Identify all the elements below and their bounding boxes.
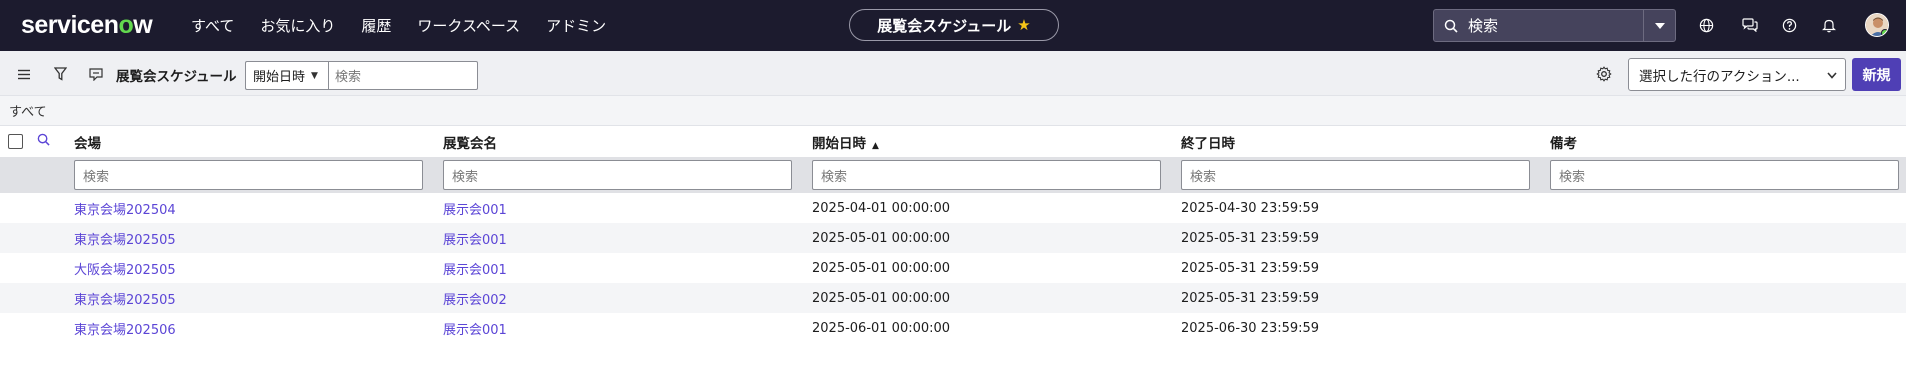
top-navigation-bar: servicen o w すべて お気に入り 履歴 ワークスペース アドミン 展覧会… xyxy=(0,0,1906,51)
end-datetime-cell: 2025-06-30 23:59:59 xyxy=(1181,320,1320,336)
nav-favorites[interactable]: お気に入り xyxy=(260,15,335,36)
venue-link[interactable]: 東京会場202505 xyxy=(74,293,176,308)
chevron-down-icon: ▼ xyxy=(311,70,318,81)
column-header-remarks[interactable]: 備考 xyxy=(1550,126,1906,157)
context-title-pill[interactable]: 展覧会スケジュール ★ xyxy=(849,9,1059,41)
online-status-indicator xyxy=(1881,29,1888,36)
chevron-down-icon xyxy=(1827,67,1837,83)
logo-text: servicen xyxy=(21,11,119,39)
search-scope-dropdown[interactable] xyxy=(1643,10,1675,41)
main-menu: すべて お気に入り 履歴 ワークスペース アドミン xyxy=(191,0,632,51)
table-row: 東京会場202506 展示会001 2025-06-01 00:00:00 20… xyxy=(0,313,1906,343)
start-datetime-cell: 2025-05-01 00:00:00 xyxy=(812,260,951,276)
help-icon[interactable] xyxy=(1779,15,1799,35)
list-context-menu-icon[interactable] xyxy=(86,64,106,84)
venue-link[interactable]: 東京会場202504 xyxy=(74,203,176,218)
exhibition-name-link[interactable]: 展示会001 xyxy=(443,203,507,218)
logo-text-end: w xyxy=(133,11,153,39)
nav-all[interactable]: すべて xyxy=(191,15,234,36)
gear-icon[interactable] xyxy=(1594,64,1614,84)
remarks-cell xyxy=(1550,223,1906,253)
sort-ascending-icon: ▲ xyxy=(872,140,879,151)
breadcrumb: すべて xyxy=(0,96,1906,126)
start-datetime-filter-input[interactable]: 検索 xyxy=(812,160,1161,190)
nav-history[interactable]: 履歴 xyxy=(361,15,391,36)
exhibition-name-link[interactable]: 展示会002 xyxy=(443,293,507,308)
chat-icon[interactable] xyxy=(1740,15,1760,35)
start-datetime-cell: 2025-05-01 00:00:00 xyxy=(812,283,1181,313)
remarks-cell xyxy=(1550,193,1906,223)
list-search-input[interactable]: 検索 xyxy=(328,61,478,90)
start-datetime-cell: 2025-04-01 00:00:00 xyxy=(812,200,951,216)
logo-text-accent: o xyxy=(118,11,134,39)
exhibition-name-link[interactable]: 展示会001 xyxy=(443,233,507,248)
bell-icon[interactable] xyxy=(1819,15,1839,35)
table-row: 東京会場202505 展示会002 2025-05-01 00:00:00 20… xyxy=(0,283,1906,313)
search-icon[interactable] xyxy=(37,133,50,150)
start-datetime-cell: 2025-05-01 00:00:00 xyxy=(812,223,1181,253)
venue-filter-input[interactable]: 検索 xyxy=(74,160,423,190)
row-actions-value: 選択した行のアクション... xyxy=(1639,68,1800,85)
nav-workspaces[interactable]: ワークスペース xyxy=(417,15,520,36)
exhibition-name-link[interactable]: 展示会001 xyxy=(443,263,507,278)
table-row: 東京会場202505 展示会001 2025-05-01 00:00:00 20… xyxy=(0,223,1906,253)
remarks-cell xyxy=(1550,313,1906,343)
remarks-filter-input[interactable]: 検索 xyxy=(1550,160,1899,190)
table-row: 東京会場202504 展示会001 2025-04-01 00:00:00 20… xyxy=(0,193,1906,223)
column-search-toggle[interactable] xyxy=(37,126,74,157)
row-actions-select[interactable]: 選択した行のアクション... xyxy=(1628,58,1846,91)
new-button[interactable]: 新規 xyxy=(1852,58,1901,91)
remarks-cell xyxy=(1550,253,1906,283)
global-search-input[interactable]: 検索 xyxy=(1468,15,1643,36)
search-field-select[interactable]: 開始日時 ▼ xyxy=(245,61,329,90)
filter-icon[interactable] xyxy=(50,64,70,84)
end-datetime-filter-input[interactable]: 検索 xyxy=(1181,160,1530,190)
venue-link[interactable]: 東京会場202505 xyxy=(74,233,176,248)
select-all-checkbox[interactable] xyxy=(8,134,23,149)
nav-admin[interactable]: アドミン xyxy=(546,15,606,36)
select-all-cell xyxy=(0,126,37,157)
start-datetime-cell: 2025-06-01 00:00:00 xyxy=(812,320,951,336)
breadcrumb-all[interactable]: すべて xyxy=(9,101,47,120)
column-header-end-datetime[interactable]: 終了日時 xyxy=(1181,126,1550,157)
column-header-exhibition-name[interactable]: 展覧会名 xyxy=(443,126,812,157)
remarks-cell xyxy=(1550,283,1906,313)
list-title: 展覧会スケジュール xyxy=(116,69,237,85)
column-header-start-datetime[interactable]: 開始日時 ▲ xyxy=(812,126,1181,157)
column-header-row: 会場 展覧会名 開始日時 ▲ 終了日時 備考 xyxy=(0,126,1906,157)
globe-icon[interactable] xyxy=(1696,15,1716,35)
end-datetime-cell: 2025-05-31 23:59:59 xyxy=(1181,260,1320,276)
exhibition-name-filter-input[interactable]: 検索 xyxy=(443,160,792,190)
servicenow-logo[interactable]: servicen o w xyxy=(21,11,191,40)
end-datetime-cell: 2025-05-31 23:59:59 xyxy=(1181,283,1550,313)
venue-link[interactable]: 大阪会場202505 xyxy=(74,263,176,278)
record-list-table: 会場 展覧会名 開始日時 ▲ 終了日時 備考 検索 検索 検索 検索 検索 東京会… xyxy=(0,126,1906,343)
search-field-value: 開始日時 xyxy=(253,70,306,85)
favorite-star-icon[interactable]: ★ xyxy=(1017,16,1030,34)
table-row: 大阪会場202505 展示会001 2025-05-01 00:00:00 20… xyxy=(0,253,1906,283)
exhibition-name-link[interactable]: 展示会001 xyxy=(443,323,507,338)
hamburger-menu-icon[interactable] xyxy=(14,64,34,84)
column-filter-row: 検索 検索 検索 検索 検索 xyxy=(0,157,1906,193)
end-datetime-cell: 2025-04-30 23:59:59 xyxy=(1181,200,1320,216)
search-icon xyxy=(1434,10,1468,41)
user-avatar[interactable] xyxy=(1865,13,1889,37)
venue-link[interactable]: 東京会場202506 xyxy=(74,323,176,338)
context-title: 展覧会スケジュール xyxy=(877,16,1012,35)
column-header-venue[interactable]: 会場 xyxy=(74,126,443,157)
table-body: 東京会場202504 展示会001 2025-04-01 00:00:00 20… xyxy=(0,193,1906,343)
list-header-bar: 展覧会スケジュール 開始日時 ▼ 検索 選択した行のアクション... 新規 xyxy=(0,51,1906,96)
end-datetime-cell: 2025-05-31 23:59:59 xyxy=(1181,223,1550,253)
global-search[interactable]: 検索 xyxy=(1433,9,1676,42)
column-header-start-datetime-label: 開始日時 xyxy=(812,135,866,152)
